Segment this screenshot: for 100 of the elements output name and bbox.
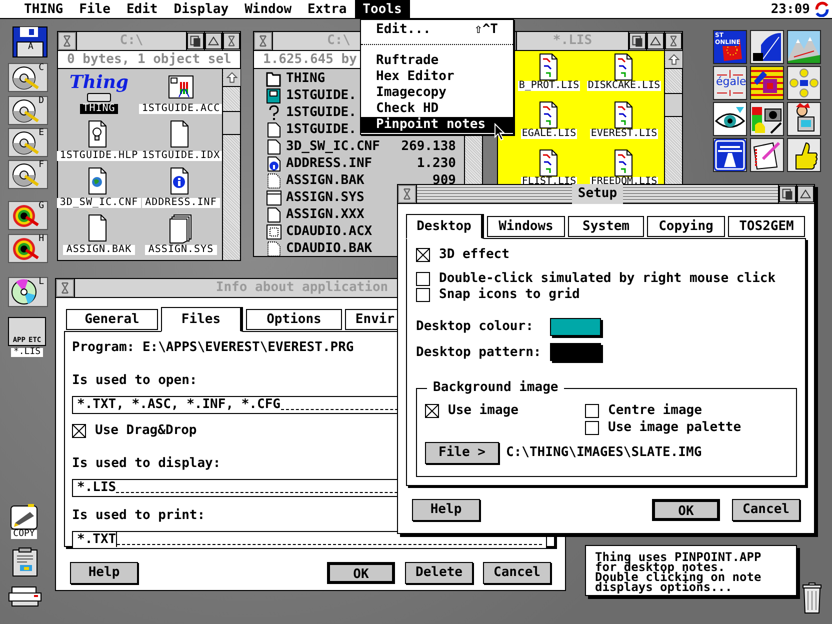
close-button[interactable] bbox=[58, 32, 76, 50]
button[interactable]: OK bbox=[652, 499, 720, 521]
note-card[interactable]: Thing uses PINPOINT.APP for desktop notes. Double clicking on note displays options... bbox=[585, 545, 797, 596]
icon-label[interactable]: ADDRESS.INF bbox=[142, 198, 220, 208]
scrollbar[interactable] bbox=[222, 69, 240, 260]
maximize-button[interactable] bbox=[222, 32, 240, 50]
tab[interactable]: Options bbox=[246, 309, 342, 330]
document-icon[interactable] bbox=[266, 122, 282, 138]
building-icon[interactable] bbox=[751, 31, 783, 63]
iconify-button[interactable] bbox=[646, 32, 664, 50]
scroll-up-arrow-icon[interactable] bbox=[665, 51, 683, 69]
file-name[interactable]: ADDRESS.INF bbox=[286, 154, 372, 174]
tab[interactable]: System bbox=[568, 216, 644, 237]
file-name[interactable]: THING bbox=[286, 68, 326, 88]
checkbox[interactable] bbox=[416, 272, 430, 286]
puzzle-icon[interactable] bbox=[751, 67, 783, 99]
button[interactable]: Help bbox=[412, 499, 480, 521]
checkbox[interactable] bbox=[425, 404, 439, 418]
colour-swatch[interactable] bbox=[550, 318, 601, 336]
document-stack-icon[interactable] bbox=[168, 214, 194, 244]
menu-item[interactable]: Check HD bbox=[361, 101, 513, 117]
menu-title[interactable]: Window bbox=[236, 0, 300, 18]
button[interactable]: Cancel bbox=[483, 562, 551, 584]
input-field[interactable]: *.TXT bbox=[72, 531, 547, 549]
jester-icon[interactable] bbox=[788, 103, 820, 135]
window-icon[interactable] bbox=[266, 190, 282, 206]
menu-title[interactable]: Extra bbox=[300, 0, 355, 18]
text-logo-icon[interactable] bbox=[714, 67, 746, 99]
floppy-icon[interactable] bbox=[266, 88, 282, 104]
clipboard-icon[interactable] bbox=[12, 547, 38, 577]
icon-label[interactable]: ASSIGN.SYS bbox=[145, 245, 217, 255]
menu-item[interactable]: Pinpoint notes bbox=[361, 117, 513, 133]
copy-icon[interactable] bbox=[10, 503, 38, 530]
file-name[interactable]: CDAUDIO.ACX bbox=[286, 222, 372, 242]
iconify-button[interactable] bbox=[796, 185, 814, 203]
icon-label[interactable]: EGALE.LIS bbox=[520, 129, 578, 139]
scroll-thumb[interactable] bbox=[223, 111, 240, 135]
document-icon[interactable] bbox=[266, 206, 282, 222]
colour-swatch[interactable] bbox=[550, 343, 601, 362]
icon-label[interactable]: 3D_SW_IC.CNF bbox=[56, 198, 142, 208]
button[interactable]: File > bbox=[425, 442, 499, 464]
motorway-sign-icon[interactable] bbox=[714, 139, 746, 171]
tab[interactable]: TOS2GEM bbox=[728, 216, 805, 237]
menu-item[interactable]: Edit... ⇧^T bbox=[361, 22, 513, 38]
tab[interactable]: Copying bbox=[647, 216, 725, 237]
button[interactable]: Help bbox=[70, 562, 138, 584]
thumbs-up-icon[interactable] bbox=[788, 139, 820, 171]
tab[interactable]: Desktop bbox=[406, 214, 484, 239]
notebook-icon[interactable] bbox=[751, 139, 783, 171]
scroll-up-arrow-icon[interactable] bbox=[223, 69, 241, 87]
file-name[interactable]: CDAUDIO.BAK bbox=[286, 238, 372, 258]
info-document-icon[interactable] bbox=[266, 156, 282, 172]
document-icon[interactable] bbox=[266, 240, 282, 256]
file-name[interactable]: 1STGUIDE. bbox=[286, 102, 356, 122]
button[interactable]: OK bbox=[327, 562, 395, 584]
logo-icon[interactable] bbox=[814, 1, 830, 17]
checkbox[interactable] bbox=[416, 248, 430, 262]
title-bar[interactable]: Setup bbox=[416, 185, 778, 203]
trash-can-icon[interactable] bbox=[802, 582, 822, 614]
scroll-thumb[interactable] bbox=[665, 93, 682, 117]
file-name[interactable]: 1STGUIDE. bbox=[286, 86, 356, 106]
icon-label[interactable]: ASSIGN.BAK bbox=[63, 245, 135, 255]
file-name[interactable]: ASSIGN.XXX bbox=[286, 204, 364, 224]
checkbox[interactable] bbox=[585, 404, 599, 418]
file-name[interactable]: ASSIGN.BAK bbox=[286, 170, 364, 190]
tab[interactable]: Windows bbox=[487, 216, 565, 237]
icon-label[interactable]: COPY bbox=[11, 530, 37, 539]
icon-label[interactable]: THING bbox=[80, 104, 118, 114]
menu-title[interactable]: Display bbox=[166, 0, 237, 18]
icon-label[interactable]: B_PROT.LIS bbox=[518, 81, 580, 91]
button[interactable]: Delete bbox=[405, 562, 473, 584]
document-icon[interactable] bbox=[266, 172, 282, 188]
close-button[interactable] bbox=[398, 185, 416, 203]
close-button[interactable] bbox=[254, 32, 272, 50]
rings-icon[interactable] bbox=[788, 67, 820, 99]
fullscreen-button[interactable] bbox=[778, 185, 796, 203]
menu-title[interactable]: Tools bbox=[354, 0, 410, 18]
menu-title[interactable]: File bbox=[71, 0, 118, 18]
checkbox[interactable] bbox=[416, 288, 430, 302]
document-icon[interactable] bbox=[266, 138, 282, 154]
icon-label[interactable]: DISKCAKE.LIS bbox=[586, 81, 662, 91]
checkbox[interactable] bbox=[72, 424, 86, 438]
scrollbar[interactable] bbox=[664, 51, 682, 186]
checkbox[interactable] bbox=[585, 421, 599, 435]
menu-title[interactable]: THING bbox=[16, 0, 72, 18]
menu-item[interactable]: Hex Editor bbox=[361, 69, 513, 85]
fullscreen-button[interactable] bbox=[628, 32, 646, 50]
icon-label[interactable]: *.LIS bbox=[11, 348, 43, 357]
iconify-button[interactable] bbox=[204, 32, 222, 50]
button[interactable]: Cancel bbox=[732, 499, 800, 521]
tab[interactable]: General bbox=[66, 309, 158, 330]
file-name[interactable]: 3D_SW_IC.CNF bbox=[286, 136, 380, 156]
maximize-button[interactable] bbox=[664, 32, 682, 50]
icon-label[interactable]: 1STGUIDE.IDX bbox=[138, 151, 224, 161]
icon-label[interactable]: 1STGUIDE.HLP bbox=[56, 151, 142, 161]
icon-label[interactable]: 1STGUIDE.ACC bbox=[138, 104, 224, 114]
eye-icon[interactable] bbox=[714, 103, 746, 135]
file-name[interactable]: ASSIGN.SYS bbox=[286, 188, 364, 208]
icon-label[interactable]: EVEREST.LIS bbox=[590, 129, 658, 139]
menu-item[interactable]: Imagecopy bbox=[361, 85, 513, 101]
